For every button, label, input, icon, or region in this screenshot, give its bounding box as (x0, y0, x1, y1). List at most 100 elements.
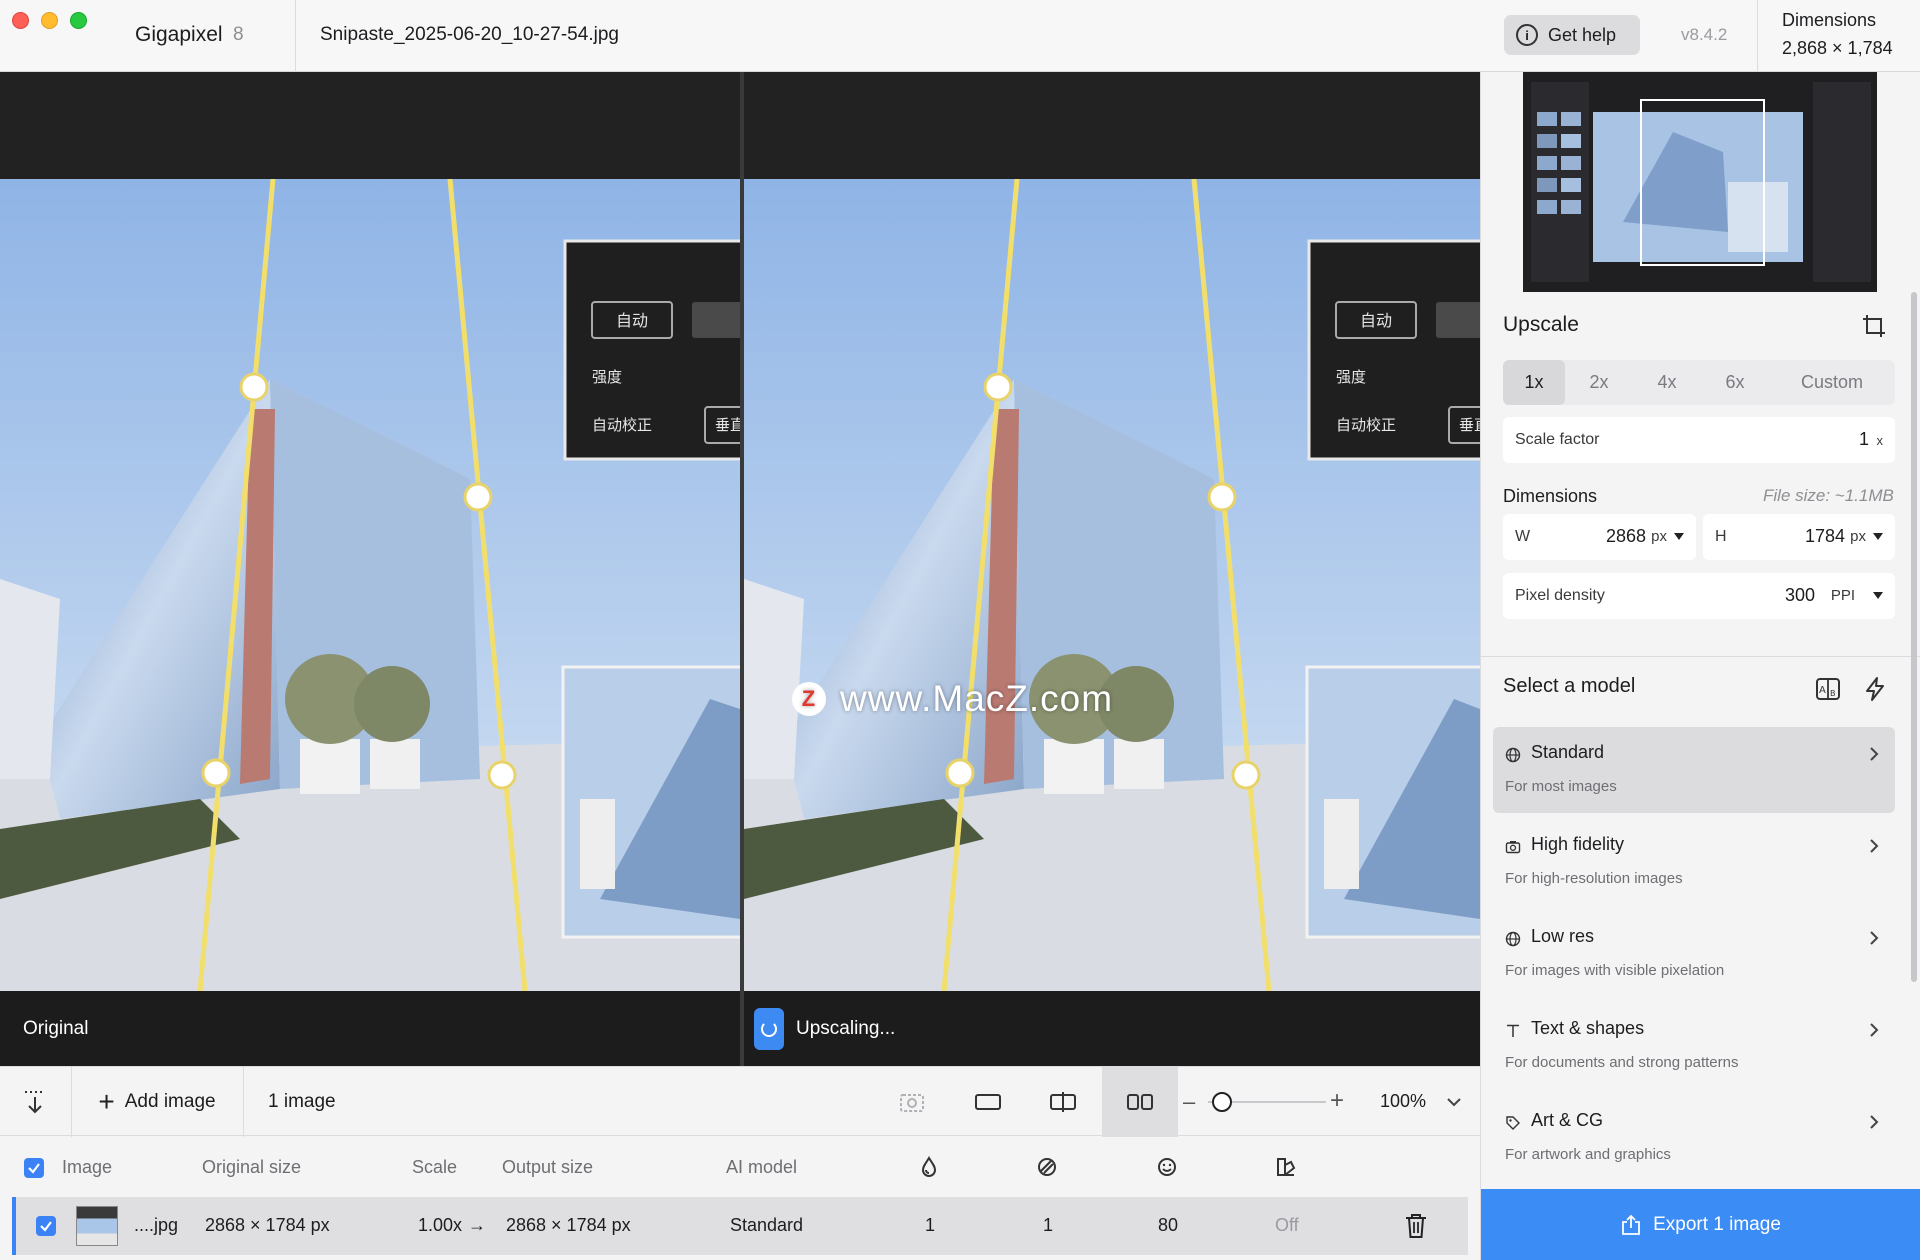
row-scale: 1.00x (418, 1215, 463, 1235)
camera-icon (1505, 841, 1521, 854)
width-value[interactable]: 2868 (1606, 526, 1646, 547)
lightning-icon[interactable] (1863, 676, 1887, 702)
single-view-button[interactable] (958, 1067, 1018, 1137)
plus-icon: + (98, 1086, 115, 1117)
minimize-window-button[interactable] (41, 12, 58, 29)
col-output-size[interactable]: Output size (502, 1157, 593, 1178)
queue-row[interactable]: ....jpg 2868 × 1784 px 1.00x → 2868 × 17… (12, 1197, 1468, 1255)
zoom-out-button[interactable]: – (1183, 1089, 1195, 1115)
upscaled-pane[interactable]: 自动 强度 自动校正 垂直 Upscaling... (744, 72, 1480, 1066)
row-value-3: 80 (1158, 1215, 1179, 1235)
overlay-auto-correct-label: 自动校正 (592, 416, 652, 434)
model-standard[interactable]: Standard For most images (1493, 727, 1895, 813)
bottom-toolbar: + Add image 1 image – + 100% (0, 1066, 1480, 1137)
row-output-size: 2868 × 1784 px (506, 1215, 631, 1235)
width-unit: px (1651, 528, 1667, 545)
overlay-vertical-label: 垂直 (715, 416, 740, 434)
denoise-icon[interactable] (1036, 1156, 1058, 1178)
scale-factor-field[interactable]: Scale factor 1 x (1503, 417, 1895, 463)
scale-option-2x[interactable]: 2x (1565, 360, 1633, 405)
compare-models-icon[interactable]: A B (1815, 676, 1841, 702)
scale-factor-unit: x (1876, 433, 1884, 448)
scale-option-1x[interactable]: 1x (1503, 360, 1565, 405)
color-palette-icon[interactable] (1275, 1156, 1297, 1178)
file-name: Snipaste_2025-06-20_10-27-54.jpg (320, 24, 619, 45)
height-field[interactable]: H 1784 px (1703, 514, 1895, 560)
screenshot-button[interactable] (882, 1067, 942, 1137)
add-image-button[interactable]: + Add image (72, 1067, 242, 1137)
col-original-size[interactable]: Original size (202, 1157, 301, 1178)
original-photo: 自动 强度 自动校正 垂直 (0, 179, 740, 991)
file-size: File size: ~1.1MB (1763, 486, 1894, 505)
get-help-label: Get help (1548, 24, 1617, 45)
watermark: Z www.MacZ.com (792, 678, 1113, 720)
get-help-button[interactable]: i Get help (1504, 15, 1640, 55)
model-text-shapes[interactable]: Text & shapes For documents and strong p… (1493, 1003, 1895, 1089)
section-divider (1481, 656, 1920, 657)
scale-option-6x[interactable]: 6x (1701, 360, 1769, 405)
width-field[interactable]: W 2868 px (1503, 514, 1696, 560)
navigator-thumbnail[interactable] (1523, 72, 1877, 292)
original-label: Original (23, 1017, 89, 1039)
watermark-text: www.MacZ.com (840, 678, 1114, 719)
col-ai-model[interactable]: AI model (726, 1157, 797, 1178)
title-divider (1757, 0, 1758, 72)
model-low-res[interactable]: Low res For images with visible pixelati… (1493, 911, 1895, 997)
chevron-right-icon (1870, 1023, 1879, 1037)
overlay-vertical-label: 垂直 (1459, 416, 1480, 434)
face-icon[interactable] (1156, 1156, 1178, 1178)
caret-down-icon[interactable] (1674, 533, 1684, 540)
col-scale[interactable]: Scale (412, 1157, 457, 1178)
model-high-fidelity[interactable]: High fidelity For high-resolution images (1493, 819, 1895, 905)
export-button[interactable]: Export 1 image (1481, 1189, 1920, 1260)
split-view-button[interactable] (1033, 1067, 1093, 1137)
row-value-1: 1 (925, 1215, 936, 1235)
zoom-in-button[interactable]: + (1330, 1087, 1344, 1115)
collapse-panel-button[interactable] (0, 1067, 70, 1137)
select-model-title: Select a model (1503, 675, 1636, 697)
version-label: v8.4.2 (1681, 25, 1728, 44)
tag-icon (1506, 1116, 1520, 1130)
arrow-right-icon: → (468, 1215, 486, 1235)
navigator-viewport-frame[interactable] (1640, 99, 1765, 266)
overlay-strength-label: 强度 (592, 368, 622, 386)
chevron-down-icon[interactable] (1444, 1087, 1464, 1117)
model-art-cg[interactable]: Art & CG For artwork and graphics (1493, 1095, 1895, 1181)
chevron-right-icon (1870, 1115, 1879, 1129)
queue-table-header: Image Original size Scale Output size AI… (0, 1137, 1480, 1197)
caret-down-icon[interactable] (1873, 592, 1883, 599)
row-checkbox[interactable] (36, 1216, 56, 1236)
caret-down-icon[interactable] (1873, 533, 1883, 540)
row-original-size: 2868 × 1784 px (205, 1215, 330, 1235)
trash-icon[interactable] (1404, 1212, 1428, 1240)
row-thumbnail (76, 1206, 118, 1246)
droplet-icon[interactable] (918, 1156, 940, 1178)
pixel-density-field[interactable]: Pixel density 300 PPI (1503, 573, 1895, 619)
dimensions-title: Dimensions (1782, 10, 1877, 30)
watermark-logo: Z (792, 682, 826, 716)
scale-factor-label: Scale factor (1515, 431, 1600, 448)
select-all-checkbox[interactable] (24, 1158, 44, 1178)
scale-option-custom[interactable]: Custom (1769, 360, 1895, 405)
crop-icon[interactable] (1861, 313, 1887, 339)
zoom-value[interactable]: 100% (1380, 1091, 1426, 1112)
col-image[interactable]: Image (62, 1157, 112, 1178)
model-desc: For high-resolution images (1505, 870, 1683, 887)
scale-option-4x[interactable]: 4x (1633, 360, 1701, 405)
zoom-window-button[interactable] (70, 12, 87, 29)
sidebar-scrollbar[interactable] (1911, 292, 1917, 982)
upscaling-label: Upscaling... (796, 1017, 896, 1039)
scale-factor-value[interactable]: 1 (1859, 429, 1869, 450)
close-window-button[interactable] (12, 12, 29, 29)
preview-area[interactable]: 自动 强度 自动校正 垂直 Original 自动 强度 自动校正 垂 Upsc… (0, 72, 1480, 1066)
original-pane[interactable]: 自动 强度 自动校正 垂直 Original (0, 72, 740, 1066)
side-by-side-view-button[interactable] (1102, 1067, 1178, 1137)
download-arrow-icon (25, 1091, 45, 1114)
globe-icon (1505, 931, 1521, 947)
zoom-slider-thumb[interactable] (1212, 1092, 1233, 1112)
globe-icon (1505, 747, 1521, 763)
row-ai-model: Standard (730, 1215, 804, 1235)
height-value[interactable]: 1784 (1805, 526, 1845, 547)
pixel-density-value[interactable]: 300 (1785, 585, 1815, 606)
add-image-label: Add image (124, 1091, 216, 1112)
